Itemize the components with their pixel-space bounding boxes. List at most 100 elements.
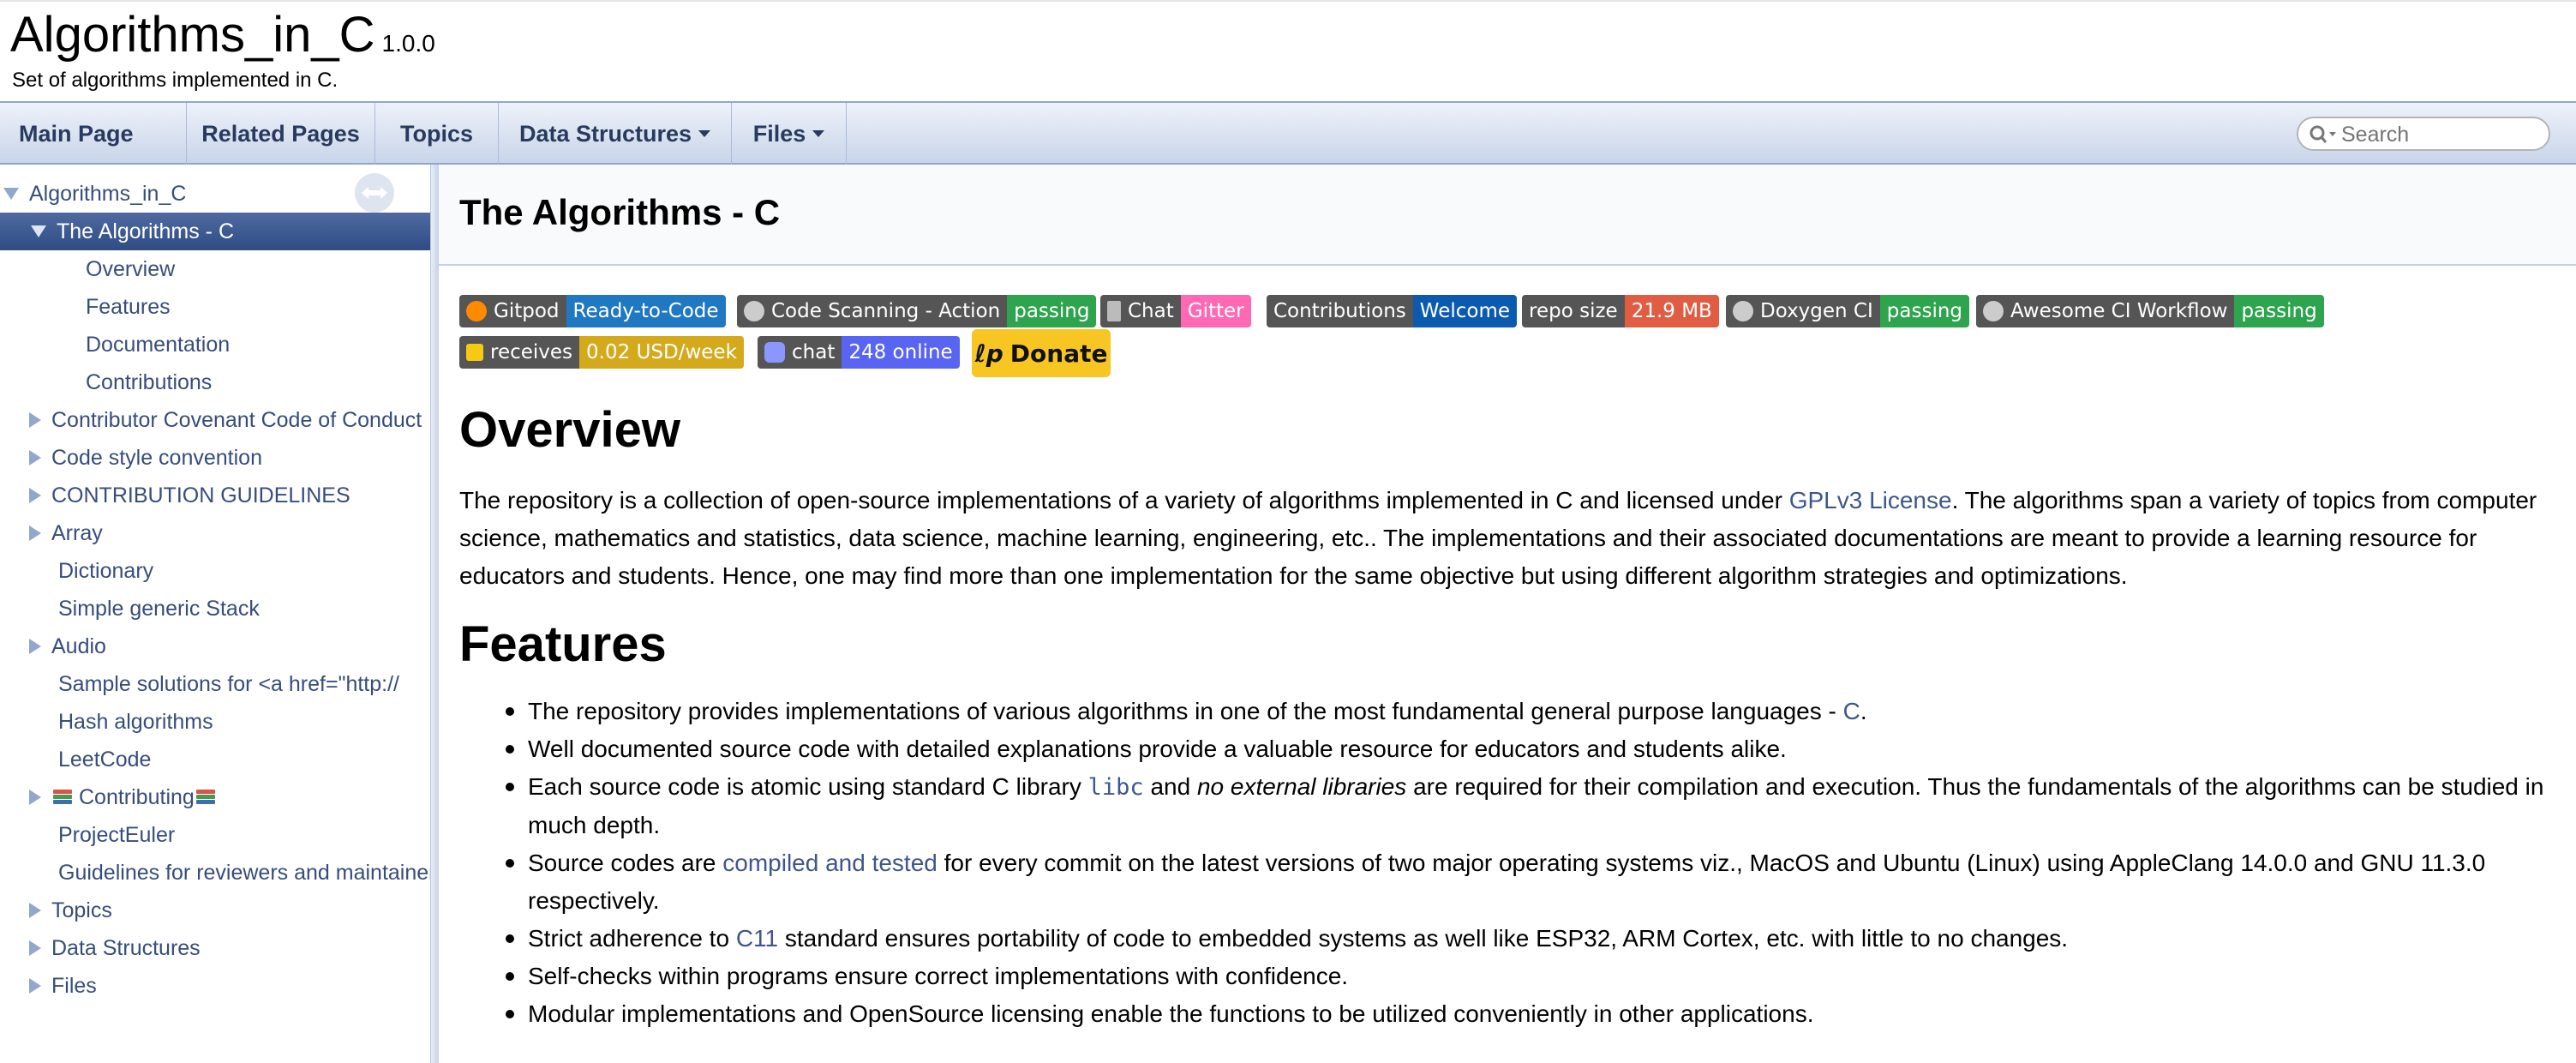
- tree-item-audio[interactable]: Audio: [0, 628, 430, 665]
- expand-arrow-icon[interactable]: [31, 225, 46, 237]
- badge-label: chat: [792, 341, 836, 363]
- tree-item-label: Files: [51, 973, 97, 998]
- tree-item-files[interactable]: Files: [0, 967, 430, 1005]
- tree-item-topics[interactable]: Topics: [0, 892, 430, 929]
- tree-item-data-structures[interactable]: Data Structures: [0, 929, 430, 967]
- tree-item-label: Features: [86, 294, 171, 319]
- badge-repo-size[interactable]: repo size 21.9 MB: [1522, 295, 1719, 327]
- list-item: Well documented source code with detaile…: [459, 730, 2559, 768]
- github-icon: [1733, 301, 1753, 321]
- tree-item-label: Hash algorithms: [58, 709, 213, 734]
- tree-item-code-style[interactable]: Code style convention: [0, 439, 430, 477]
- sync-toggle-icon[interactable]: [355, 173, 394, 213]
- tree-item-guidelines-reviewers[interactable]: Guidelines for reviewers and maintainers: [0, 854, 430, 892]
- badge-gitpod[interactable]: Gitpod Ready-to-Code: [459, 295, 726, 327]
- tree-item-label: Simple generic Stack: [58, 596, 260, 621]
- expand-arrow-icon[interactable]: [3, 188, 19, 200]
- overview-text: The repository is a collection of open-s…: [459, 487, 1789, 513]
- nav-related-pages[interactable]: Related Pages: [187, 103, 375, 165]
- expand-arrow-icon[interactable]: [29, 639, 41, 654]
- badge-value: 0.02 USD/week: [579, 336, 744, 369]
- tree-item-contributions[interactable]: Contributions: [0, 363, 430, 401]
- search-icon[interactable]: [2309, 123, 2339, 146]
- list-item-text: and: [1143, 773, 1197, 800]
- list-item-text: Each source code is atomic using standar…: [528, 773, 1088, 800]
- expand-arrow-icon[interactable]: [29, 790, 41, 805]
- tree-item-label: ProjectEuler: [58, 822, 176, 847]
- tree-item-contributing[interactable]: Contributing: [0, 778, 430, 816]
- content-area: The Algorithms - C Gitpod Ready-to-Code …: [439, 165, 2576, 1063]
- tree-item-features[interactable]: Features: [0, 288, 430, 326]
- tree-item-sample-solutions[interactable]: Sample solutions for <a href="http://: [0, 665, 430, 703]
- expand-arrow-icon[interactable]: [29, 903, 41, 918]
- nav-files[interactable]: Files: [732, 103, 847, 165]
- tree-item-label: Contributor Covenant Code of Conduct: [51, 407, 422, 432]
- expand-arrow-icon[interactable]: [29, 978, 41, 994]
- tree-item-label: Contributing: [79, 784, 195, 809]
- list-item: Source codes are compiled and tested for…: [459, 844, 2559, 920]
- expand-arrow-icon[interactable]: [29, 488, 41, 503]
- tree-item-array[interactable]: Array: [0, 514, 430, 552]
- list-item: Each source code is atomic using standar…: [459, 768, 2559, 844]
- tree-item-overview[interactable]: Overview: [0, 250, 430, 288]
- expand-arrow-icon[interactable]: [29, 940, 41, 956]
- tree-item-leetcode[interactable]: LeetCode: [0, 741, 430, 778]
- liberapay-icon: [466, 344, 483, 361]
- nav-main-page[interactable]: Main Page: [0, 103, 187, 165]
- tree-item-code-of-conduct[interactable]: Contributor Covenant Code of Conduct: [0, 401, 430, 439]
- expand-arrow-icon[interactable]: [29, 412, 41, 428]
- tree-item-label: CONTRIBUTION GUIDELINES: [51, 483, 350, 507]
- tree-item-label: Contributions: [86, 369, 213, 394]
- c-language-link[interactable]: C: [1843, 698, 1860, 724]
- badge-value: Welcome: [1412, 295, 1518, 327]
- tree-item-the-algorithms-c[interactable]: The Algorithms - C: [0, 213, 430, 250]
- badge-contributions[interactable]: Contributions Welcome: [1267, 295, 1518, 327]
- search-input[interactable]: [2341, 120, 2543, 149]
- nav-topics[interactable]: Topics: [375, 103, 499, 165]
- features-list: The repository provides implementations …: [459, 693, 2559, 1033]
- splitter-handle[interactable]: [430, 165, 439, 1063]
- search-box[interactable]: [2297, 117, 2550, 151]
- project-version: 1.0.0: [381, 30, 435, 57]
- badge-discord[interactable]: chat 248 online: [758, 336, 960, 369]
- tree-item-label: LeetCode: [58, 747, 152, 772]
- badge-code-scanning[interactable]: Code Scanning - Action passing: [737, 295, 1097, 327]
- compiled-and-tested-link[interactable]: compiled and tested: [722, 850, 938, 876]
- gplv3-license-link[interactable]: GPLv3 License: [1789, 487, 1952, 513]
- list-item-text: Source codes are: [528, 850, 723, 876]
- badge-label: Contributions: [1273, 300, 1406, 322]
- c11-link[interactable]: C11: [736, 925, 778, 952]
- list-item-text: Self-checks within programs ensure corre…: [528, 963, 1349, 989]
- tree-item-contribution-guidelines[interactable]: CONTRIBUTION GUIDELINES: [0, 477, 430, 514]
- libc-code: libc: [1087, 774, 1144, 801]
- expand-arrow-icon[interactable]: [29, 525, 41, 541]
- github-icon: [1983, 301, 2004, 321]
- tree-item-label: Sample solutions for <a href="http://: [58, 671, 399, 696]
- list-item: Modular implementations and OpenSource l…: [459, 995, 2559, 1033]
- tree-item-projecteuler[interactable]: ProjectEuler: [0, 816, 430, 854]
- project-name: Algorithms_in_C 1.0.0: [10, 5, 435, 74]
- badge-liberapay[interactable]: receives 0.02 USD/week: [459, 336, 744, 369]
- tree-item-documentation[interactable]: Documentation: [0, 326, 430, 363]
- badge-awesome-ci[interactable]: Awesome CI Workflow passing: [1976, 295, 2324, 327]
- badge-doxygen-ci[interactable]: Doxygen CI passing: [1726, 295, 1970, 327]
- github-icon: [744, 301, 764, 321]
- expand-arrow-icon[interactable]: [29, 450, 41, 465]
- badge-label: repo size: [1529, 300, 1618, 322]
- badge-value: 21.9 MB: [1624, 295, 1719, 327]
- nav-label: Files: [752, 120, 806, 147]
- books-icon: [53, 790, 72, 805]
- list-item: Self-checks within programs ensure corre…: [459, 958, 2559, 995]
- tree-item-label: Audio: [51, 634, 106, 658]
- tree-item-label: Overview: [86, 256, 176, 281]
- project-name-text: Algorithms_in_C: [10, 7, 375, 63]
- tree-item-hash-algorithms[interactable]: Hash algorithms: [0, 703, 430, 741]
- books-icon: [195, 790, 215, 805]
- tree-item-generic-stack[interactable]: Simple generic Stack: [0, 590, 430, 628]
- chevron-down-icon: [698, 130, 711, 137]
- tree-item-dictionary[interactable]: Dictionary: [0, 552, 430, 590]
- nav-data-structures[interactable]: Data Structures: [499, 103, 732, 165]
- badge-value: Ready-to-Code: [566, 295, 726, 327]
- donate-button[interactable]: ℓp Donate: [972, 329, 1111, 377]
- badge-gitter[interactable]: Chat Gitter: [1100, 295, 1251, 327]
